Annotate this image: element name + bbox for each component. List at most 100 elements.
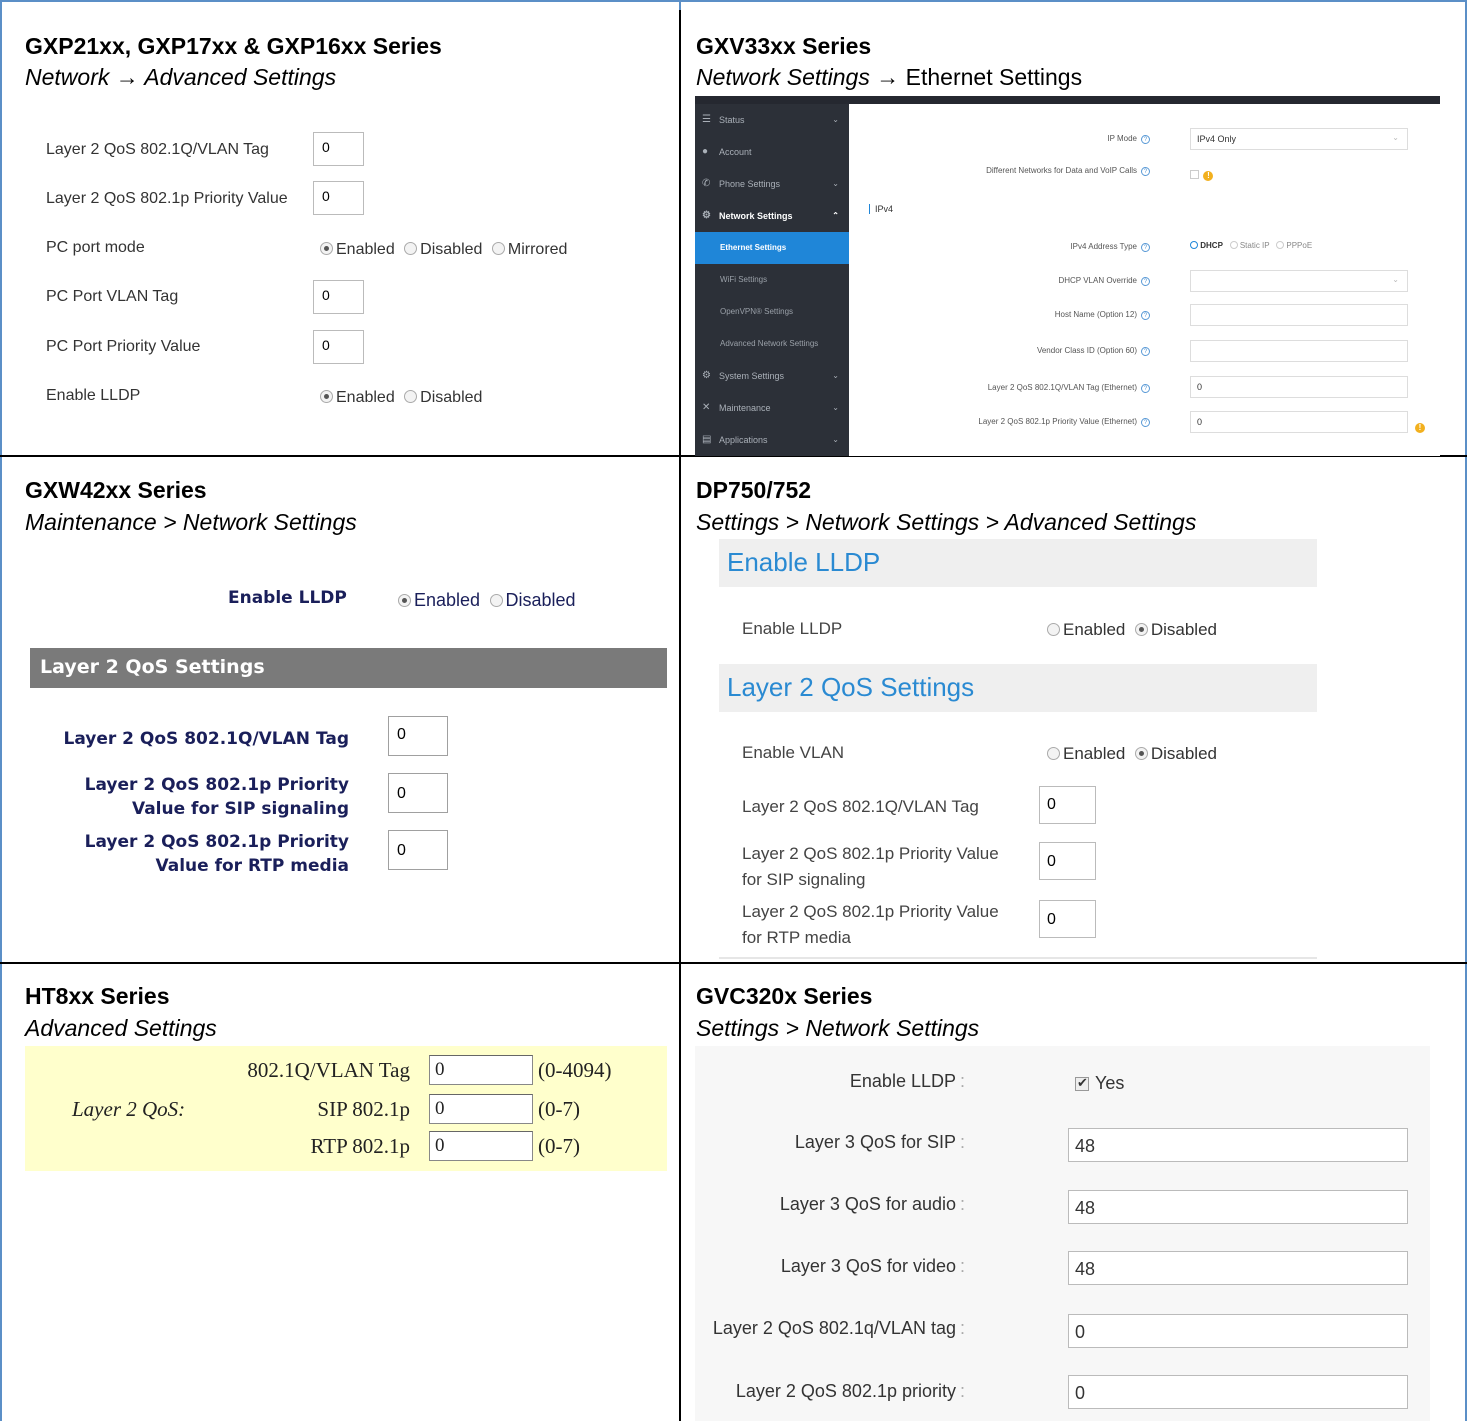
gxv-priority-input[interactable]: 0: [1190, 411, 1408, 433]
chevron-down-icon: ⌄: [832, 115, 839, 124]
gvc-panel: Enable LLDP: Yes Layer 3 QoS for SIP: 48…: [695, 1046, 1430, 1421]
dp-path: Settings > Network Settings > Advanced S…: [696, 509, 1197, 535]
gvc-audio-input[interactable]: 48: [1068, 1190, 1408, 1224]
gvc-sip-label: Layer 3 QoS for SIP:: [794, 1132, 965, 1152]
gvc-vlan-input[interactable]: 0: [1068, 1314, 1408, 1348]
gxp-priority-input[interactable]: 0: [313, 181, 364, 215]
vendor-class-label: Vendor Class ID (Option 60)?: [1037, 346, 1150, 356]
radio-disabled[interactable]: [489, 594, 503, 607]
dp-sip-label: Layer 2 QoS 802.1p Priority Value for SIP…: [742, 844, 999, 889]
sidebar-item-applications[interactable]: ▤ Applications ⌄: [695, 424, 849, 456]
gxv-vlan-tag-input[interactable]: 0: [1190, 376, 1408, 398]
sidebar-item-phone-settings[interactable]: ✆ Phone Settings ⌄: [695, 168, 849, 200]
sidebar-item-account[interactable]: ● Account: [695, 136, 849, 168]
list-icon: ☰: [702, 114, 711, 125]
ip-mode-select[interactable]: IPv4 Only ⌄: [1190, 128, 1408, 150]
help-icon: ?: [1141, 418, 1150, 427]
gxp-pcpriority-input[interactable]: 0: [313, 330, 364, 364]
gxp-lldp-radios: Enabled Disabled: [320, 389, 487, 407]
ip-mode-label: IP Mode?: [1107, 134, 1150, 144]
dp-vlan-radios: Enabled Disabled: [1047, 744, 1222, 764]
checkbox-icon: [1075, 1075, 1089, 1091]
radio-enabled[interactable]: [398, 594, 411, 607]
gxv-topbar: [695, 96, 1440, 104]
sidebar-item-ethernet-settings[interactable]: Ethernet Settings: [695, 232, 849, 264]
ipv4-type-radios[interactable]: DHCP Static IP PPPoE: [1190, 241, 1312, 250]
ht-panel: Layer 2 QoS: 802.1Q/VLAN Tag 0 (0-4094) …: [25, 1046, 667, 1171]
wrench-icon: ✕: [702, 402, 711, 413]
gxw-path: Maintenance > Network Settings: [25, 509, 357, 535]
dp-lldp-label: Enable LLDP: [742, 619, 843, 638]
dp-vlan-tag-label: Layer 2 QoS 802.1Q/VLAN Tag: [742, 797, 979, 816]
gxv-screenshot: ☰ Status ⌄ ● Account ✆ Phone Settings ⌄ ⚙ Netw…: [695, 96, 1440, 456]
user-icon: ●: [702, 146, 709, 157]
ht-path: Advanced Settings: [25, 1015, 217, 1041]
gxp-path: Network → Advanced Settings: [25, 64, 337, 90]
radio-enabled[interactable]: [320, 242, 333, 255]
sidebar-item-system-settings[interactable]: ⚙ System Settings ⌄: [695, 360, 849, 392]
diff-networks-checkbox[interactable]: !: [1190, 165, 1214, 183]
gvc-video-input[interactable]: 48: [1068, 1251, 1408, 1285]
gxw-rtp-input[interactable]: 0: [388, 830, 448, 870]
dp-vlan-tag-input[interactable]: 0: [1039, 786, 1096, 824]
ht-vlan-range: (0-4094): [538, 1058, 612, 1082]
ipv4-section: IPv4: [869, 204, 894, 214]
gxv-vlan-tag-label: Layer 2 QoS 802.1Q/VLAN Tag (Ethernet)?: [988, 383, 1150, 393]
gxp-pcvlan-label: PC Port VLAN Tag: [46, 288, 179, 305]
radio-enabled[interactable]: [1047, 623, 1060, 636]
sidebar-item-maintenance[interactable]: ✕ Maintenance ⌄: [695, 392, 849, 424]
gxp-vlan-label: Layer 2 QoS 802.1Q/VLAN Tag: [46, 141, 269, 158]
help-icon: ?: [1141, 167, 1150, 176]
dp-rtp-input[interactable]: 0: [1039, 900, 1096, 938]
dp-sip-input[interactable]: 0: [1039, 842, 1096, 880]
gxp-pcport-radios: Enabled Disabled Mirrored: [320, 241, 572, 259]
host-name-input[interactable]: [1190, 304, 1408, 326]
gxv-path: Network Settings → Ethernet Settings: [696, 64, 1083, 90]
gvc-title: GVC320x Series: [696, 983, 873, 1009]
radio-disabled[interactable]: [1134, 623, 1148, 636]
sidebar-item-status[interactable]: ☰ Status ⌄: [695, 104, 849, 136]
radio-disabled[interactable]: [404, 390, 418, 403]
gvc-vlan-label: Layer 2 QoS 802.1q/VLAN tag:: [712, 1318, 965, 1338]
radio-enabled[interactable]: [1047, 747, 1060, 760]
gxv-title: GXV33xx Series: [696, 33, 872, 59]
dp-section-qos: Layer 2 QoS Settings: [719, 664, 1317, 712]
gxp-pcport-label: PC port mode: [46, 239, 145, 256]
ht-rtp-input[interactable]: 0: [429, 1131, 533, 1161]
gvc-sip-input[interactable]: 48: [1068, 1128, 1408, 1162]
gxv-priority-label: Layer 2 QoS 802.1p Priority Value (Ether…: [978, 417, 1150, 427]
gvc-priority-input[interactable]: 0: [1068, 1375, 1408, 1409]
radio-mirrored[interactable]: [491, 242, 505, 255]
gxw-sip-label: Layer 2 QoS 802.1p Priority Value for SIP…: [84, 775, 349, 819]
sidebar-item-wifi-settings[interactable]: WiFi Settings: [695, 264, 849, 296]
gxw-rtp-label: Layer 2 QoS 802.1p Priority Value for RTP…: [84, 832, 349, 876]
gxp-vlan-input[interactable]: 0: [313, 132, 364, 166]
gxw-vlan-input[interactable]: 0: [388, 716, 448, 756]
ht-sip-label: SIP 802.1p: [317, 1097, 410, 1121]
gxp-priority-label: Layer 2 QoS 802.1p Priority Value: [46, 190, 288, 207]
gvc-lldp-checkbox[interactable]: Yes: [1075, 1073, 1124, 1094]
ht-sip-input[interactable]: 0: [429, 1094, 533, 1124]
sidebar-item-advanced-network[interactable]: Advanced Network Settings: [695, 328, 849, 360]
gvc-audio-label: Layer 3 QoS for audio:: [779, 1194, 965, 1214]
row-divider-2: [0, 962, 1467, 964]
radio-enabled[interactable]: [320, 390, 333, 403]
ht-sip-range: (0-7): [538, 1097, 580, 1121]
vendor-class-input[interactable]: [1190, 340, 1408, 362]
dhcp-vlan-select[interactable]: ⌄: [1190, 270, 1408, 292]
sidebar-item-openvpn-settings[interactable]: OpenVPN® Settings: [695, 296, 849, 328]
gxp-title: GXP21xx, GXP17xx & GXP16xx Series: [25, 33, 442, 59]
ipv4-type-label: IPv4 Address Type?: [1070, 242, 1150, 252]
gvc-video-label: Layer 3 QoS for video:: [780, 1256, 965, 1276]
help-icon: ?: [1141, 384, 1150, 393]
radio-disabled[interactable]: [404, 242, 418, 255]
gxw-sip-input[interactable]: 0: [388, 773, 448, 813]
dp-lldp-radios: Enabled Disabled: [1047, 620, 1222, 640]
dhcp-vlan-label: DHCP VLAN Override?: [1058, 276, 1150, 286]
gxp-pcvlan-input[interactable]: 0: [313, 280, 364, 314]
ht-vlan-input[interactable]: 0: [429, 1055, 533, 1085]
gvc-lldp-label: Enable LLDP:: [849, 1071, 965, 1091]
radio-disabled[interactable]: [1134, 747, 1148, 760]
chevron-down-icon: ⌄: [832, 179, 839, 188]
sidebar-item-network-settings[interactable]: ⚙ Network Settings ⌃: [695, 200, 849, 232]
